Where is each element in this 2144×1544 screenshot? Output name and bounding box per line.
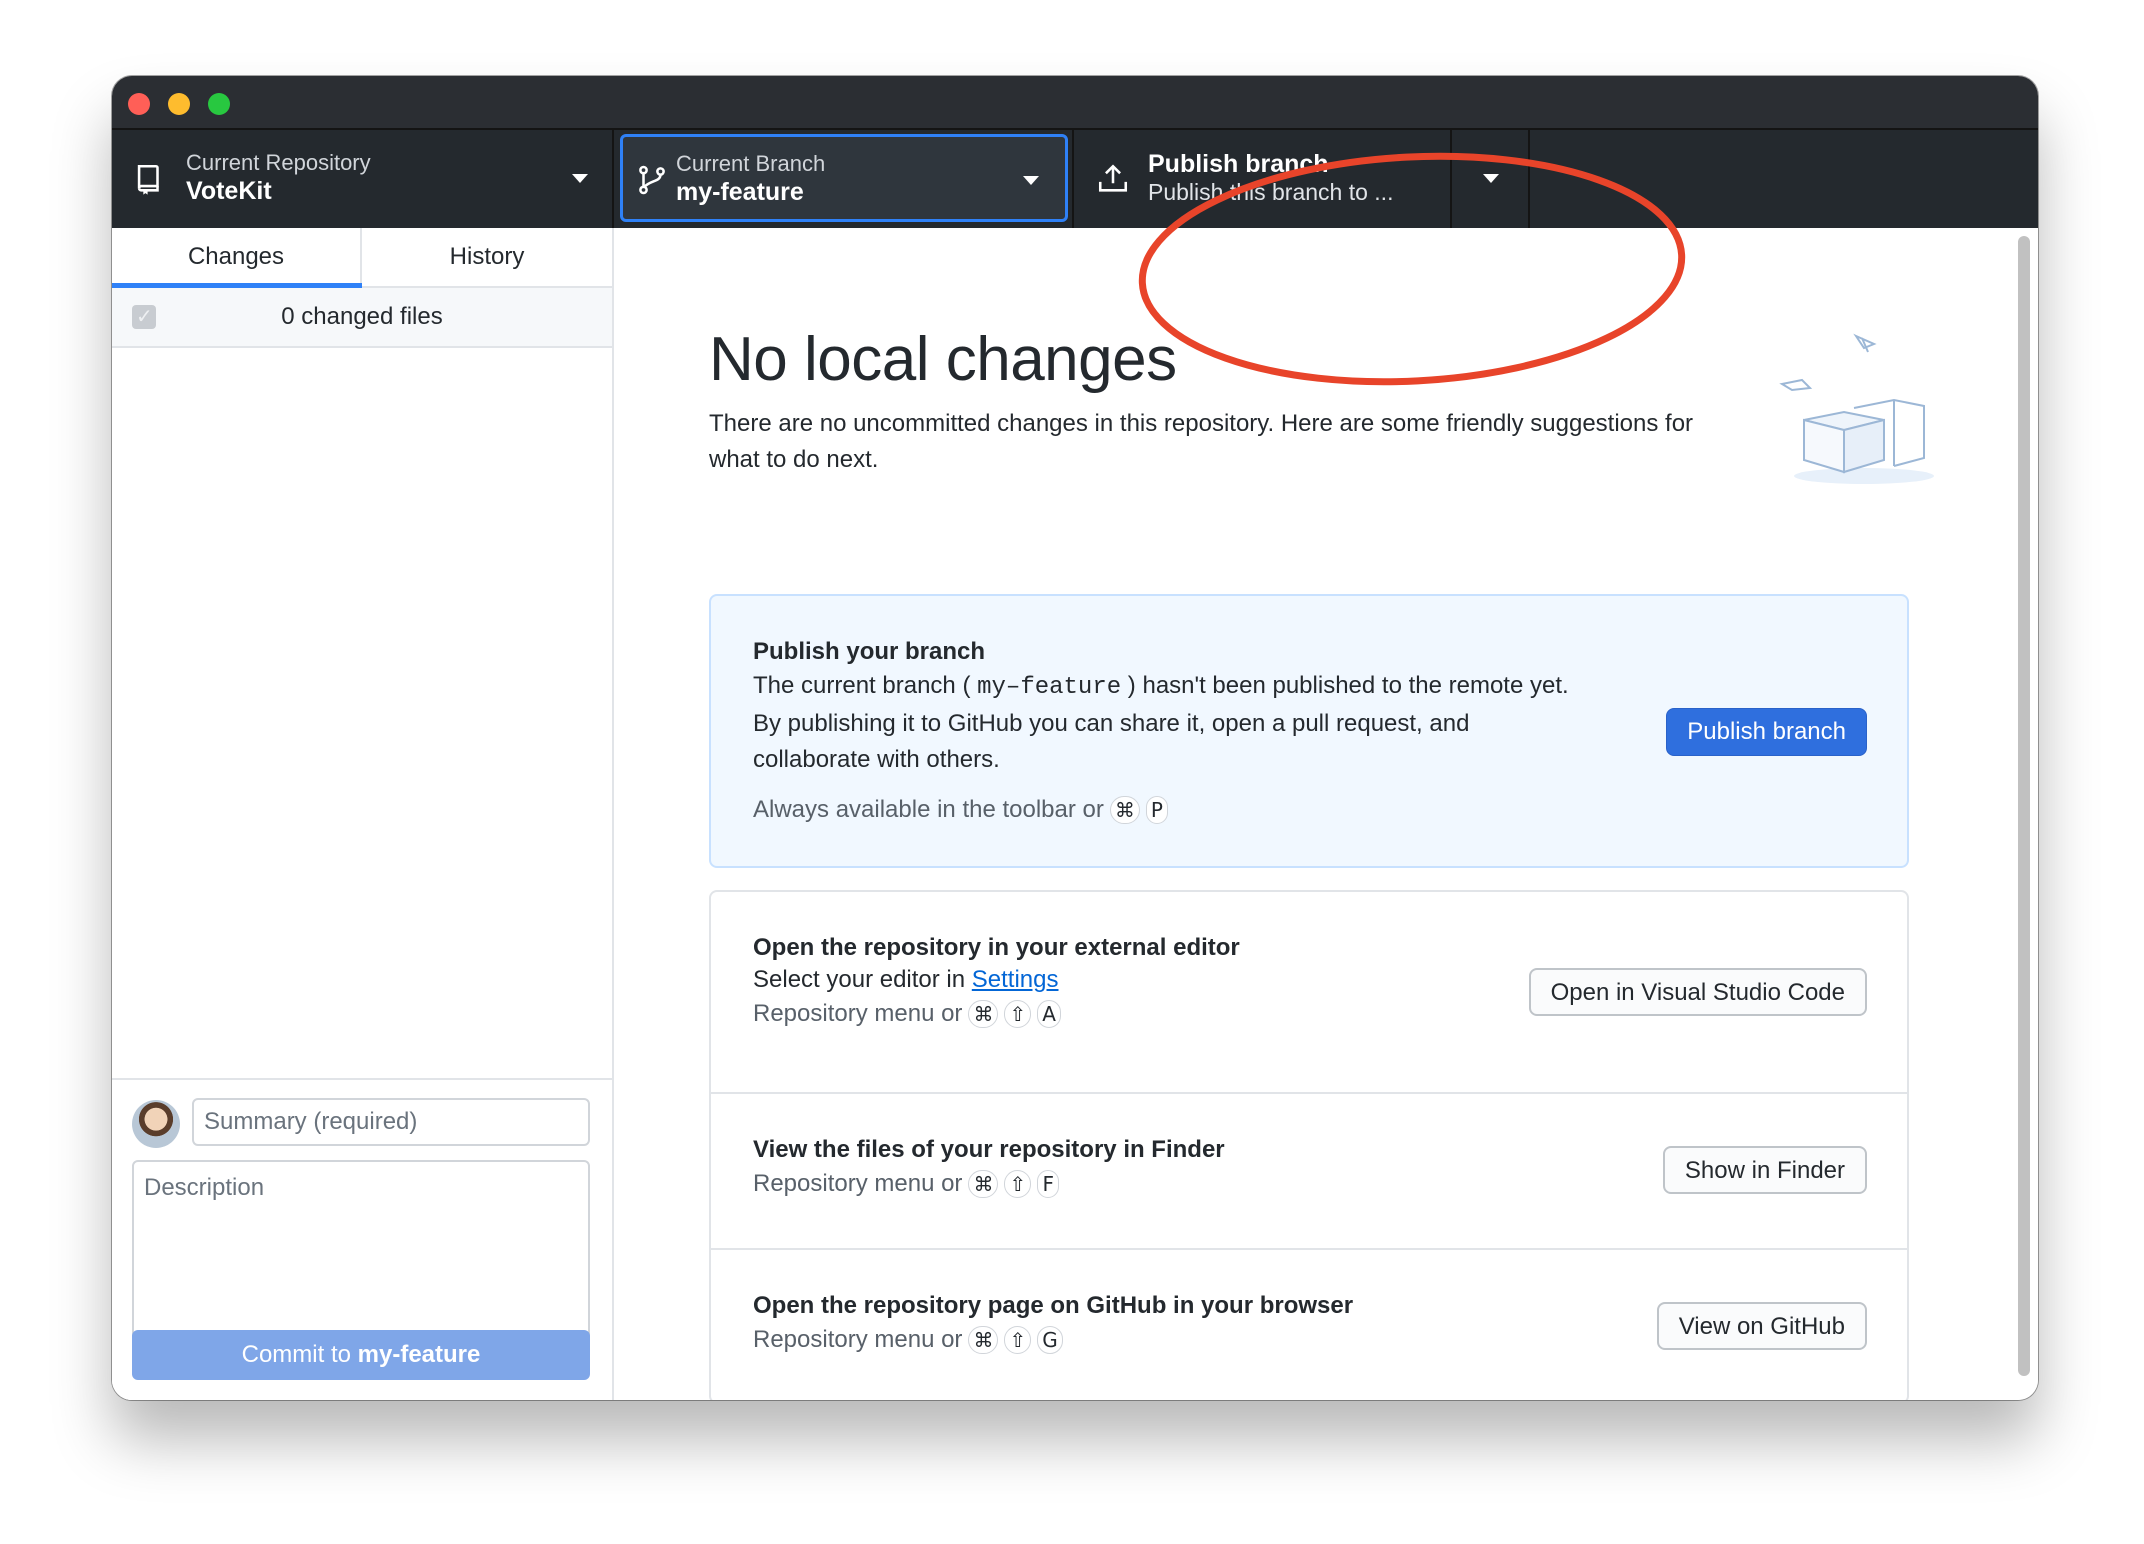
scrollbar[interactable] [2018, 236, 2030, 1376]
empty-state-illustration [1779, 333, 1934, 484]
kbd-a: A [1037, 1000, 1061, 1028]
main-panel: No local changes There are no uncommitte… [614, 228, 2038, 1400]
tab-history[interactable]: History [362, 228, 612, 286]
current-branch-label: Current Branch [676, 151, 826, 176]
current-branch-button[interactable]: Current Branch my-feature [614, 130, 1074, 230]
divider [711, 1248, 1907, 1250]
github-suggestion-hint: Repository menu or ⌘ ⇧ G [753, 1326, 1063, 1354]
commit-label-branch: my-feature [357, 1341, 481, 1368]
kbd-command: ⌘ [968, 1326, 999, 1354]
tab-changes[interactable]: Changes [112, 228, 362, 288]
publish-options-dropdown[interactable] [1452, 130, 1530, 230]
kbd-g: G [1037, 1326, 1063, 1354]
publish-branch-button[interactable]: Publish branch [1666, 708, 1867, 756]
toolbar: Current Repository VoteKit Current Branc… [112, 128, 2038, 230]
description-placeholder: Description [144, 1174, 265, 1201]
view-on-github-button[interactable]: View on GitHub [1656, 1302, 1867, 1350]
git-branch-icon [639, 165, 665, 195]
publish-branch-card: Publish your branch The current branch (… [709, 594, 1909, 868]
settings-link[interactable]: Settings [972, 966, 1059, 993]
chevron-down-icon [572, 174, 588, 183]
editor-subtitle-prefix: Select your editor in [753, 966, 972, 993]
publish-branch-name: my–feature [977, 674, 1122, 701]
kbd-p: P [1145, 796, 1168, 824]
zoom-window-button[interactable] [208, 93, 230, 115]
title-bar [112, 76, 2038, 128]
kbd-command: ⌘ [968, 1000, 999, 1028]
close-window-button[interactable] [128, 93, 150, 115]
avatar [132, 1100, 180, 1148]
divider [711, 1092, 1907, 1094]
chevron-down-icon [1483, 174, 1499, 183]
kbd-command: ⌘ [1109, 796, 1140, 824]
changed-files-count: 0 changed files [281, 303, 443, 330]
chevron-down-icon [1023, 176, 1039, 185]
current-repository-button[interactable]: Current Repository VoteKit [112, 130, 614, 230]
hint-text: Repository menu or [753, 1170, 963, 1197]
editor-suggestion-subtitle: Select your editor in Settings [753, 962, 1059, 998]
publish-card-text: The current branch ( my–feature ) hasn't… [753, 668, 1573, 778]
hint-text: Always available in the toolbar or [753, 796, 1104, 823]
publish-branch-toolbar-button[interactable]: Publish branch Publish this branch to ..… [1074, 130, 1452, 230]
publish-text-before: The current branch ( [753, 672, 978, 699]
commit-button[interactable]: Commit to my-feature [132, 1330, 590, 1380]
repo-icon [137, 164, 159, 195]
current-branch-focus-ring: Current Branch my-feature [620, 134, 1068, 222]
editor-suggestion-hint: Repository menu or ⌘ ⇧ A [753, 1000, 1061, 1028]
suggestions-card: Open the repository in your external edi… [709, 890, 1909, 1400]
current-repository-name: VoteKit [186, 177, 272, 205]
publish-branch-title: Publish branch [1148, 150, 1329, 178]
show-in-finder-button[interactable]: Show in Finder [1662, 1146, 1867, 1194]
hint-text: Repository menu or [753, 1326, 963, 1353]
page-title: No local changes [709, 325, 1177, 394]
finder-suggestion-title: View the files of your repository in Fin… [753, 1136, 1225, 1163]
sidebar-tabs: Changes History [112, 228, 612, 288]
current-branch-name: my-feature [676, 178, 804, 206]
minimize-window-button[interactable] [168, 93, 190, 115]
app-window: Current Repository VoteKit Current Branc… [112, 76, 2038, 1400]
changed-files-header: 0 changed files [112, 288, 612, 348]
intro-text: There are no uncommitted changes in this… [709, 410, 1694, 473]
kbd-shift: ⇧ [1004, 1170, 1032, 1198]
publish-card-hint: Always available in the toolbar or ⌘ P [753, 796, 1168, 824]
commit-label-prefix: Commit to [241, 1341, 358, 1368]
kbd-f: F [1037, 1170, 1060, 1198]
current-repository-label: Current Repository [186, 150, 371, 175]
hint-text: Repository menu or [753, 1000, 963, 1027]
kbd-shift: ⇧ [1004, 1000, 1032, 1028]
kbd-command: ⌘ [968, 1170, 999, 1198]
sidebar: Changes History 0 changed files Descript… [112, 228, 614, 1400]
open-in-editor-button[interactable]: Open in Visual Studio Code [1528, 968, 1867, 1016]
upload-icon [1098, 164, 1128, 192]
editor-suggestion-title: Open the repository in your external edi… [753, 934, 1240, 961]
summary-input[interactable] [192, 1098, 590, 1146]
kbd-shift: ⇧ [1004, 1326, 1032, 1354]
finder-suggestion-hint: Repository menu or ⌘ ⇧ F [753, 1170, 1060, 1198]
publish-card-title: Publish your branch [753, 638, 986, 665]
github-suggestion-title: Open the repository page on GitHub in yo… [753, 1292, 1354, 1319]
publish-branch-subtitle: Publish this branch to ... [1148, 179, 1394, 205]
